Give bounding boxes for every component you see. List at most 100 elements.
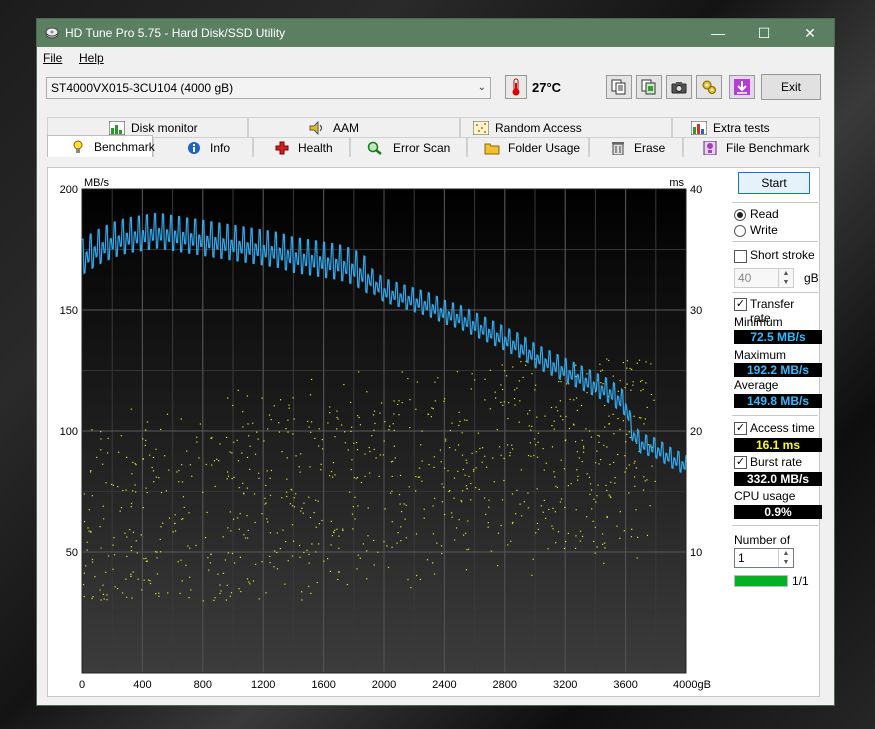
- access-time-point: [172, 531, 174, 533]
- spin-arrows-icon[interactable]: ▲ ▼: [778, 269, 793, 287]
- access-time-point: [440, 545, 443, 547]
- title-bar[interactable]: HD Tune Pro 5.75 - Hard Disk/SSD Utility…: [37, 19, 834, 47]
- tab-health[interactable]: Health: [253, 137, 350, 157]
- tab-extra-tests[interactable]: Extra tests: [672, 117, 820, 137]
- tab-file-benchmark[interactable]: File Benchmark: [683, 137, 820, 157]
- access-time-point: [356, 568, 358, 570]
- access-time-point: [556, 486, 559, 489]
- access-time-point: [444, 513, 446, 516]
- maximize-button[interactable]: ☐: [741, 19, 787, 47]
- passes-spinner[interactable]: 1 ▲ ▼: [734, 548, 794, 568]
- access-time-point: [397, 532, 399, 534]
- access-time-point: [432, 505, 434, 507]
- tab-erase[interactable]: Erase: [589, 137, 683, 157]
- close-button[interactable]: ✕: [787, 19, 833, 47]
- options-button[interactable]: [696, 75, 722, 99]
- access-time-point: [132, 531, 135, 533]
- access-time-point: [529, 409, 531, 412]
- start-button[interactable]: Start: [738, 172, 810, 194]
- access-time-point: [308, 426, 310, 428]
- access-time-point: [153, 481, 155, 483]
- short-stroke-checkbox[interactable]: [734, 250, 747, 263]
- access-time-point: [527, 507, 529, 509]
- access-time-point: [149, 454, 151, 456]
- access-time-point: [289, 503, 291, 505]
- access-time-point: [391, 475, 393, 478]
- access-time-point: [102, 463, 104, 465]
- access-time-point: [291, 524, 294, 526]
- access-time-point: [237, 389, 239, 391]
- access-time-point: [346, 583, 349, 586]
- access-time-point: [366, 578, 368, 580]
- access-time-checkbox[interactable]: ✓: [734, 422, 747, 435]
- access-time-point: [135, 491, 137, 493]
- menu-help[interactable]: Help: [79, 51, 104, 65]
- access-time-point: [238, 486, 240, 489]
- access-time-point: [145, 429, 147, 431]
- tab-aam[interactable]: AAM: [248, 117, 460, 137]
- read-radio[interactable]: [734, 209, 746, 221]
- access-time-point: [583, 447, 585, 449]
- tab-benchmark[interactable]: Benchmark: [47, 135, 155, 157]
- access-time-point: [199, 423, 202, 425]
- copy-screenshot-button[interactable]: [636, 75, 662, 99]
- access-time-point: [634, 485, 636, 487]
- screenshot-button[interactable]: [666, 75, 692, 99]
- access-time-point: [598, 435, 600, 437]
- access-time-point: [96, 456, 98, 459]
- access-time-point: [299, 471, 301, 473]
- exit-button[interactable]: Exit: [761, 74, 821, 100]
- tab-folder-usage[interactable]: Folder Usage: [467, 137, 589, 157]
- save-button[interactable]: [729, 75, 755, 99]
- access-time-point: [286, 457, 288, 459]
- access-time-point: [522, 376, 524, 379]
- access-time-point: [243, 534, 245, 536]
- access-time-point: [613, 461, 615, 464]
- access-time-point: [358, 371, 360, 373]
- minimize-button[interactable]: —: [695, 19, 741, 47]
- access-time-point: [586, 473, 588, 475]
- tab-disk-monitor[interactable]: Disk monitor: [47, 117, 248, 137]
- access-time-point: [244, 537, 247, 539]
- tab-error-scan[interactable]: Error Scan: [350, 137, 467, 157]
- access-time-point: [246, 487, 248, 489]
- transfer-rate-checkbox[interactable]: ✓: [734, 298, 747, 311]
- access-time-point: [456, 371, 459, 373]
- access-time-point: [606, 516, 608, 519]
- copy-text-button[interactable]: [606, 75, 632, 99]
- access-time-point: [533, 454, 535, 457]
- short-stroke-spinner[interactable]: 40 ▲ ▼: [734, 268, 794, 288]
- access-time-point: [430, 416, 432, 418]
- access-time-point: [450, 512, 453, 514]
- divider: [732, 525, 818, 526]
- access-time-point: [640, 417, 642, 419]
- chevron-down-icon[interactable]: ⌄: [478, 78, 486, 98]
- access-time-point: [626, 383, 628, 385]
- access-time-point: [581, 460, 583, 463]
- access-time-point: [637, 536, 639, 538]
- tab-random-access[interactable]: Random Access: [460, 117, 672, 137]
- tab-info[interactable]: Info: [153, 137, 253, 157]
- access-time-point: [598, 463, 600, 465]
- access-time-point: [290, 488, 292, 491]
- access-time-point: [454, 539, 456, 541]
- access-time-point: [100, 599, 102, 601]
- access-time-point: [635, 467, 637, 469]
- menu-file[interactable]: File: [43, 51, 62, 65]
- access-time-point: [500, 524, 502, 527]
- access-time-point: [329, 475, 331, 477]
- access-time-point: [503, 457, 505, 460]
- burst-rate-checkbox[interactable]: ✓: [734, 456, 747, 469]
- access-time-point: [600, 382, 602, 384]
- access-time-point: [366, 391, 368, 393]
- access-time-point: [409, 398, 411, 401]
- access-time-point: [333, 531, 335, 533]
- thermometer-icon[interactable]: [505, 75, 527, 99]
- access-time-point: [163, 455, 166, 457]
- spin-arrows-icon[interactable]: ▲ ▼: [778, 549, 793, 567]
- drive-select[interactable]: ST4000VX015-3CU104 (4000 gB) ⌄: [46, 77, 491, 99]
- write-radio[interactable]: [734, 225, 746, 237]
- access-time-point: [638, 417, 641, 419]
- access-time-point: [165, 490, 168, 492]
- access-time-point: [83, 520, 86, 523]
